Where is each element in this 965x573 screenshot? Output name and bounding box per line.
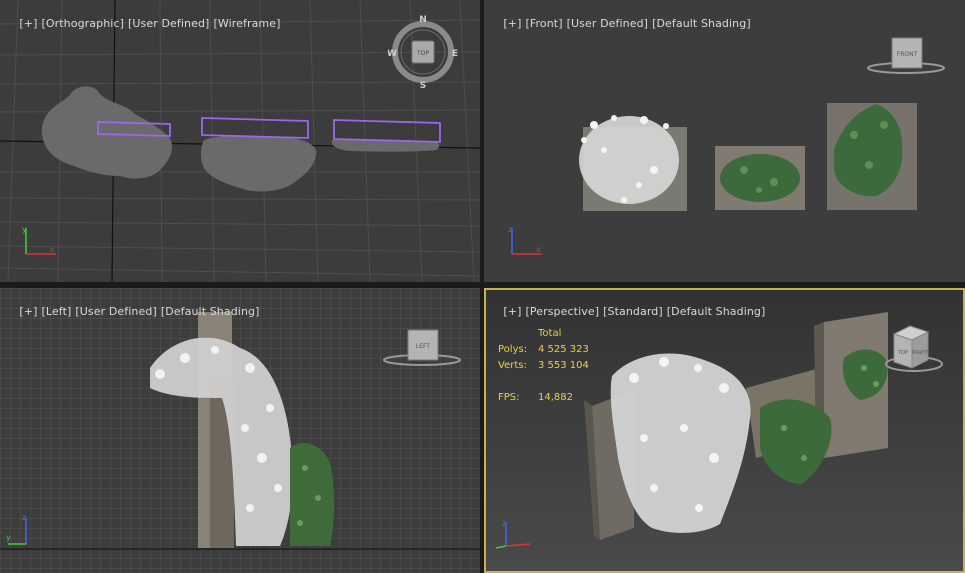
compass-icon: TOP N S E W [387,15,458,91]
axis-z-label: z [502,519,506,528]
view-cube[interactable]: TOP RIGHT [880,324,944,376]
camera-mode-label[interactable]: [User Defined] [567,17,648,30]
view-cube-icon: FRONT [867,37,945,74]
statistics-overlay: Total Polys: 4 525 323 Verts: 3 553 104 FP… [498,326,618,406]
viewport-label[interactable]: [+] [Orthographic] [User Defined] [Wirefram… [5,4,284,43]
axis-tripod-icon: z [495,519,531,549]
cube-face-label: FRONT [897,51,918,58]
axis-tripod-icon: z x [508,225,542,255]
cube-face-label: RIGHT [912,350,929,356]
camera-mode-label[interactable]: [Standard] [603,305,663,318]
viewport-menu-button[interactable]: [+] [19,17,37,30]
compass-west: W [388,49,397,59]
viewport-menu-button[interactable]: [+] [503,305,521,318]
axis-y-label: y [22,225,27,234]
polys-value: 4 525 323 [538,344,589,355]
camera-mode-label[interactable]: [User Defined] [75,305,156,318]
viewport-label[interactable]: [+] [Front] [User Defined] [Default Shading… [489,4,755,43]
view-cube-icon: TOP RIGHT [885,325,943,372]
viewport-label[interactable]: [+] [Left] [User Defined] [Default Shading] [5,292,264,331]
view-cube-icon: LEFT [383,329,461,366]
polys-label: Polys: [498,344,528,355]
compass-east: E [452,49,458,59]
camera-mode-label[interactable]: [User Defined] [128,17,209,30]
viewport-menu-button[interactable]: [+] [19,305,37,318]
cube-face-label: TOP [897,350,908,356]
shading-mode-label[interactable]: [Wireframe] [213,17,280,30]
view-cube[interactable]: FRONT [866,34,946,78]
axis-z-label: z [22,513,26,522]
verts-value: 3 553 104 [538,360,589,371]
cube-face-label: TOP [416,50,429,57]
axis-y-label: y [6,533,11,542]
viewport-menu-button[interactable]: [+] [503,17,521,30]
view-mode-label[interactable]: [Orthographic] [42,17,124,30]
fps-value: 14,882 [538,392,573,403]
axis-z-label: z [508,225,512,234]
axis-x-label: x [536,245,541,254]
cube-face-label: LEFT [416,343,430,350]
axis-x-label: x [50,245,55,254]
axis-tripod-icon: z y [6,513,27,545]
shading-mode-label[interactable]: [Default Shading] [652,17,751,30]
stats-header: Total [538,328,562,339]
view-mode-label[interactable]: [Perspective] [526,305,600,318]
viewport-front[interactable]: [+] [Front] [User Defined] [Default Shading… [484,0,965,282]
axis-tripod-icon: y x [22,225,56,255]
view-mode-label[interactable]: [Front] [526,17,563,30]
compass-south: S [420,81,426,90]
shading-mode-label[interactable]: [Default Shading] [667,305,766,318]
shading-mode-label[interactable]: [Default Shading] [161,305,260,318]
view-mode-label[interactable]: [Left] [42,305,72,318]
fps-label: FPS: [498,392,520,403]
view-cube[interactable]: TOP N S E W [387,14,460,91]
view-cube[interactable]: LEFT [382,326,462,370]
verts-label: Verts: [498,360,527,371]
viewport-left[interactable]: [+] [Left] [User Defined] [Default Shading]… [0,288,480,573]
compass-north: N [419,15,427,25]
viewport-perspective[interactable]: [+] [Perspective] [Standard] [Default Shadi… [484,288,965,573]
viewport-orthographic[interactable]: [+] [Orthographic] [User Defined] [Wirefram… [0,0,480,282]
